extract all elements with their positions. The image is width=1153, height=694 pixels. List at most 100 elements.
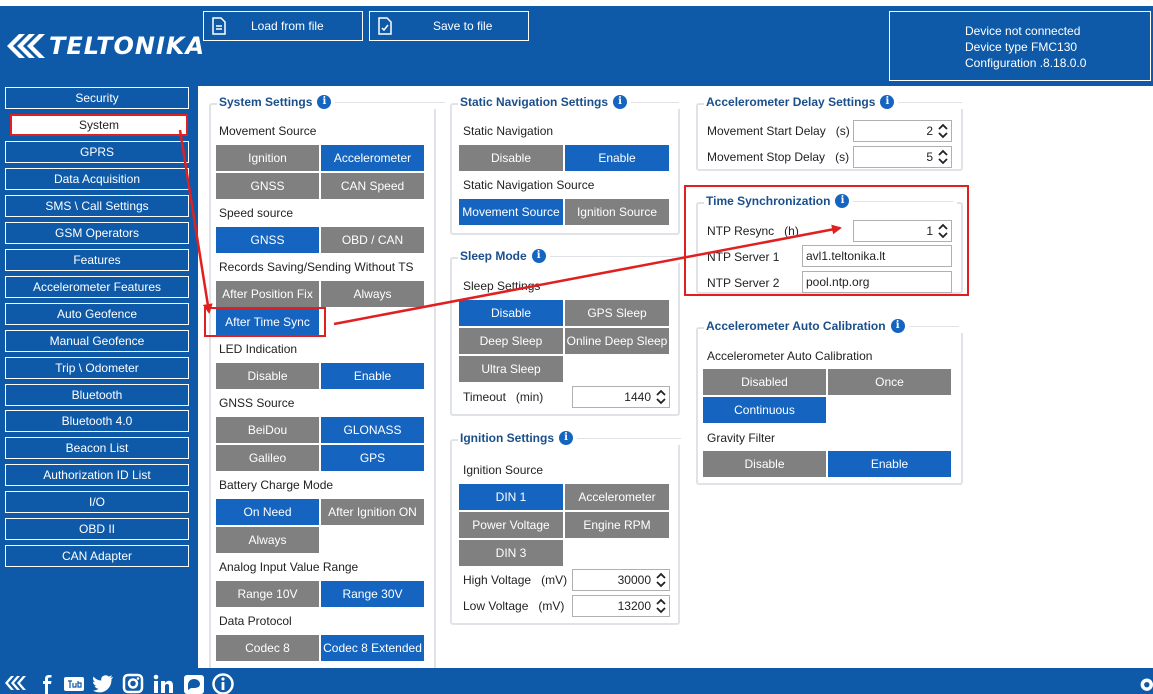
info-icon[interactable]: i bbox=[317, 95, 332, 109]
chat-icon[interactable] bbox=[183, 673, 205, 694]
sleep-ultra-sleep-option[interactable]: Ultra Sleep bbox=[459, 356, 563, 382]
stepper-arrows-icon[interactable] bbox=[937, 122, 949, 140]
sidebar-item-trip-odometer[interactable]: Trip \ Odometer bbox=[5, 357, 189, 379]
sidebar-item-accelerometer-features[interactable]: Accelerometer Features bbox=[5, 276, 189, 298]
sidebar-item-manual-geofence[interactable]: Manual Geofence bbox=[5, 330, 189, 352]
gnss-gps-option[interactable]: GPS bbox=[321, 445, 424, 471]
sidebar-item-security[interactable]: Security bbox=[5, 87, 189, 109]
stepper-arrows-icon[interactable] bbox=[655, 597, 667, 615]
high-voltage-stepper[interactable]: 30000 bbox=[572, 569, 670, 591]
system-settings-title: System Settings i bbox=[217, 95, 450, 109]
ntp-server-1-input[interactable]: avl1.teltonika.lt bbox=[802, 245, 952, 267]
gravity-filter-disable-option[interactable]: Disable bbox=[703, 451, 826, 477]
sleep-disable-option[interactable]: Disable bbox=[459, 300, 563, 326]
sidebar-item-io[interactable]: I/O bbox=[5, 491, 189, 513]
ntp-resync-label: NTP Resync (h) bbox=[707, 224, 799, 238]
movement-gnss-option[interactable]: GNSS bbox=[216, 173, 319, 199]
static-nav-ignition-source-option[interactable]: Ignition Source bbox=[565, 199, 669, 225]
sidebar-item-gprs[interactable]: GPRS bbox=[5, 141, 189, 163]
analog-range-10v-option[interactable]: Range 10V bbox=[216, 581, 319, 607]
sidebar-item-sms-call-settings[interactable]: SMS \ Call Settings bbox=[5, 195, 189, 217]
ntp-resync-value: 1 bbox=[926, 224, 933, 238]
records-after-position-fix-option[interactable]: After Position Fix bbox=[216, 281, 319, 307]
ignition-source-label: Ignition Source bbox=[463, 463, 544, 477]
stepper-arrows-icon[interactable] bbox=[655, 571, 667, 589]
gnss-beidou-option[interactable]: BeiDou bbox=[216, 417, 319, 443]
ntp-resync-stepper[interactable]: 1 bbox=[853, 220, 952, 242]
info-icon[interactable]: i bbox=[880, 95, 895, 109]
sidebar-item-can-adapter[interactable]: CAN Adapter bbox=[5, 545, 189, 567]
info-icon[interactable] bbox=[212, 673, 234, 694]
speed-obd-can-option[interactable]: OBD / CAN bbox=[321, 227, 424, 253]
movement-start-delay-stepper[interactable]: 2 bbox=[853, 120, 952, 142]
sidebar-item-system[interactable]: System bbox=[10, 114, 188, 136]
gnss-glonass-option[interactable]: GLONASS bbox=[321, 417, 424, 443]
info-icon[interactable]: i bbox=[613, 95, 628, 109]
instagram-icon[interactable] bbox=[122, 673, 144, 694]
sleep-online-deep-sleep-option[interactable]: Online Deep Sleep bbox=[565, 328, 669, 354]
ignition-engine-rpm-option[interactable]: Engine RPM bbox=[565, 512, 669, 538]
sidebar-item-features[interactable]: Features bbox=[5, 249, 189, 271]
sleep-deep-sleep-option[interactable]: Deep Sleep bbox=[459, 328, 563, 354]
sidebar-item-bluetooth-4[interactable]: Bluetooth 4.0 bbox=[5, 410, 189, 432]
sidebar-item-authorization-id-list[interactable]: Authorization ID List bbox=[5, 464, 189, 486]
accelerometer-delay-title: Accelerometer Delay Settings i bbox=[704, 95, 967, 109]
info-icon[interactable]: i bbox=[531, 249, 546, 263]
low-voltage-stepper[interactable]: 13200 bbox=[572, 595, 670, 617]
save-to-file-button[interactable]: Save to file bbox=[369, 11, 529, 41]
facebook-icon[interactable] bbox=[36, 673, 58, 694]
led-enable-option[interactable]: Enable bbox=[321, 363, 424, 389]
calibration-disabled-option[interactable]: Disabled bbox=[703, 369, 826, 395]
gnss-galileo-option[interactable]: Galileo bbox=[216, 445, 319, 471]
records-always-option[interactable]: Always bbox=[321, 281, 424, 307]
teltonika-icon[interactable] bbox=[4, 673, 26, 694]
movement-accelerometer-option[interactable]: Accelerometer bbox=[321, 145, 424, 171]
movement-ignition-option[interactable]: Ignition bbox=[216, 145, 319, 171]
speed-gnss-option[interactable]: GNSS bbox=[216, 227, 319, 253]
accelerometer-delay-group: Accelerometer Delay Settings i Movement S… bbox=[696, 95, 967, 171]
stepper-arrows-icon[interactable] bbox=[655, 388, 667, 406]
ignition-din1-option[interactable]: DIN 1 bbox=[459, 484, 563, 510]
sidebar-item-gsm-operators[interactable]: GSM Operators bbox=[5, 222, 189, 244]
protocol-codec-8-option[interactable]: Codec 8 bbox=[216, 635, 319, 661]
timeout-value: 1440 bbox=[624, 390, 651, 404]
sidebar-item-bluetooth[interactable]: Bluetooth bbox=[5, 384, 189, 406]
movement-stop-delay-stepper[interactable]: 5 bbox=[853, 146, 952, 168]
load-from-file-button[interactable]: Load from file bbox=[203, 11, 363, 41]
ignition-accelerometer-option[interactable]: Accelerometer bbox=[565, 484, 669, 510]
calibration-once-option[interactable]: Once bbox=[828, 369, 951, 395]
sidebar-item-auto-geofence[interactable]: Auto Geofence bbox=[5, 303, 189, 325]
stepper-arrows-icon[interactable] bbox=[937, 148, 949, 166]
movement-can-speed-option[interactable]: CAN Speed bbox=[321, 173, 424, 199]
battery-on-need-option[interactable]: On Need bbox=[216, 499, 319, 525]
ntp-server-2-input[interactable]: pool.ntp.org bbox=[802, 271, 952, 293]
battery-always-option[interactable]: Always bbox=[216, 527, 319, 553]
calibration-continuous-option[interactable]: Continuous bbox=[703, 397, 826, 423]
sidebar-item-data-acquisition[interactable]: Data Acquisition bbox=[5, 168, 189, 190]
youtube-icon[interactable] bbox=[63, 673, 85, 694]
info-icon[interactable]: i bbox=[890, 319, 905, 333]
stepper-arrows-icon[interactable] bbox=[937, 222, 949, 240]
sleep-gps-sleep-option[interactable]: GPS Sleep bbox=[565, 300, 669, 326]
records-after-time-sync-option[interactable]: After Time Sync bbox=[216, 309, 319, 335]
info-icon[interactable]: i bbox=[835, 194, 850, 208]
gravity-filter-enable-option[interactable]: Enable bbox=[828, 451, 951, 477]
ignition-power-voltage-option[interactable]: Power Voltage bbox=[459, 512, 563, 538]
twitter-icon[interactable] bbox=[92, 673, 114, 694]
sidebar-item-obd-ii[interactable]: OBD II bbox=[5, 518, 189, 540]
static-nav-enable-option[interactable]: Enable bbox=[565, 145, 669, 171]
protocol-codec-8-extended-option[interactable]: Codec 8 Extended bbox=[321, 635, 424, 661]
analog-range-30v-option[interactable]: Range 30V bbox=[321, 581, 424, 607]
info-icon[interactable]: i bbox=[559, 431, 573, 445]
static-navigation-label: Static Navigation bbox=[463, 124, 554, 138]
ignition-din3-option[interactable]: DIN 3 bbox=[459, 540, 563, 566]
led-disable-option[interactable]: Disable bbox=[216, 363, 319, 389]
linkedin-icon[interactable] bbox=[152, 673, 174, 694]
battery-after-ignition-on-option[interactable]: After Ignition ON bbox=[321, 499, 424, 525]
gear-icon[interactable] bbox=[1136, 673, 1153, 694]
timeout-stepper[interactable]: 1440 bbox=[572, 386, 670, 408]
static-nav-movement-source-option[interactable]: Movement Source bbox=[459, 199, 563, 225]
static-navigation-group: Static Navigation Settings i Static Navig… bbox=[450, 95, 684, 235]
sidebar-item-beacon-list[interactable]: Beacon List bbox=[5, 437, 189, 459]
static-nav-disable-option[interactable]: Disable bbox=[459, 145, 563, 171]
